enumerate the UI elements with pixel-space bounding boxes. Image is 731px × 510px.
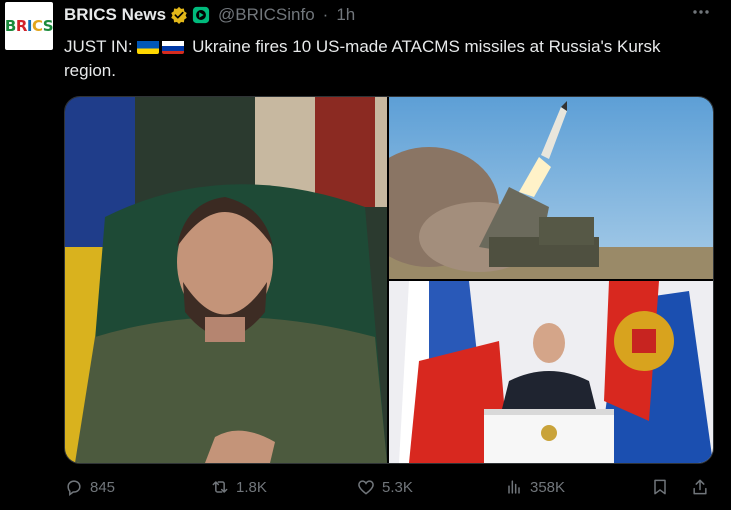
photo-zelensky[interactable] <box>65 97 387 463</box>
post-time[interactable]: 1h <box>336 5 355 25</box>
avatar[interactable]: BRICS <box>5 2 53 50</box>
ukraine-flag-icon <box>137 39 160 54</box>
more-options-icon[interactable] <box>691 2 711 27</box>
author-name[interactable]: BRICS News <box>64 5 166 25</box>
reply-icon <box>67 480 81 496</box>
repost-icon <box>212 481 228 493</box>
russia-flag-icon <box>162 39 185 54</box>
repost-button[interactable]: 1.8K <box>210 477 267 497</box>
like-button[interactable]: 5.3K <box>356 477 413 497</box>
share-button[interactable] <box>690 477 710 497</box>
reply-count: 845 <box>90 478 116 496</box>
media-grid <box>64 96 714 464</box>
views-icon <box>508 480 520 494</box>
post-header: BRICS News @BRICSinfo · 1h <box>64 4 355 26</box>
bookmark-button[interactable] <box>650 477 670 497</box>
photo-missile-launch[interactable] <box>389 97 713 279</box>
action-bar: 845 1.8K 5.3K 358K <box>64 477 714 505</box>
reply-button[interactable]: 845 <box>64 477 115 497</box>
share-icon <box>693 479 707 495</box>
bookmark-icon <box>654 479 666 495</box>
post-text-prefix: JUST IN: <box>64 37 133 56</box>
like-count: 5.3K <box>382 478 413 496</box>
views-button[interactable]: 358K <box>504 477 565 497</box>
heart-icon <box>358 480 374 495</box>
views-count: 358K <box>530 478 566 496</box>
affiliate-badge-icon[interactable] <box>192 6 210 24</box>
separator-dot: · <box>322 5 329 24</box>
avatar-logo-text: BRICS <box>5 17 53 35</box>
repost-count: 1.8K <box>236 478 267 496</box>
verified-badge-icon[interactable] <box>170 6 188 24</box>
author-handle[interactable]: @BRICSinfo <box>218 5 315 25</box>
post-text: JUST IN: Ukraine fires 10 US-made ATACMS… <box>64 35 704 83</box>
photo-putin-podium[interactable] <box>389 281 713 463</box>
